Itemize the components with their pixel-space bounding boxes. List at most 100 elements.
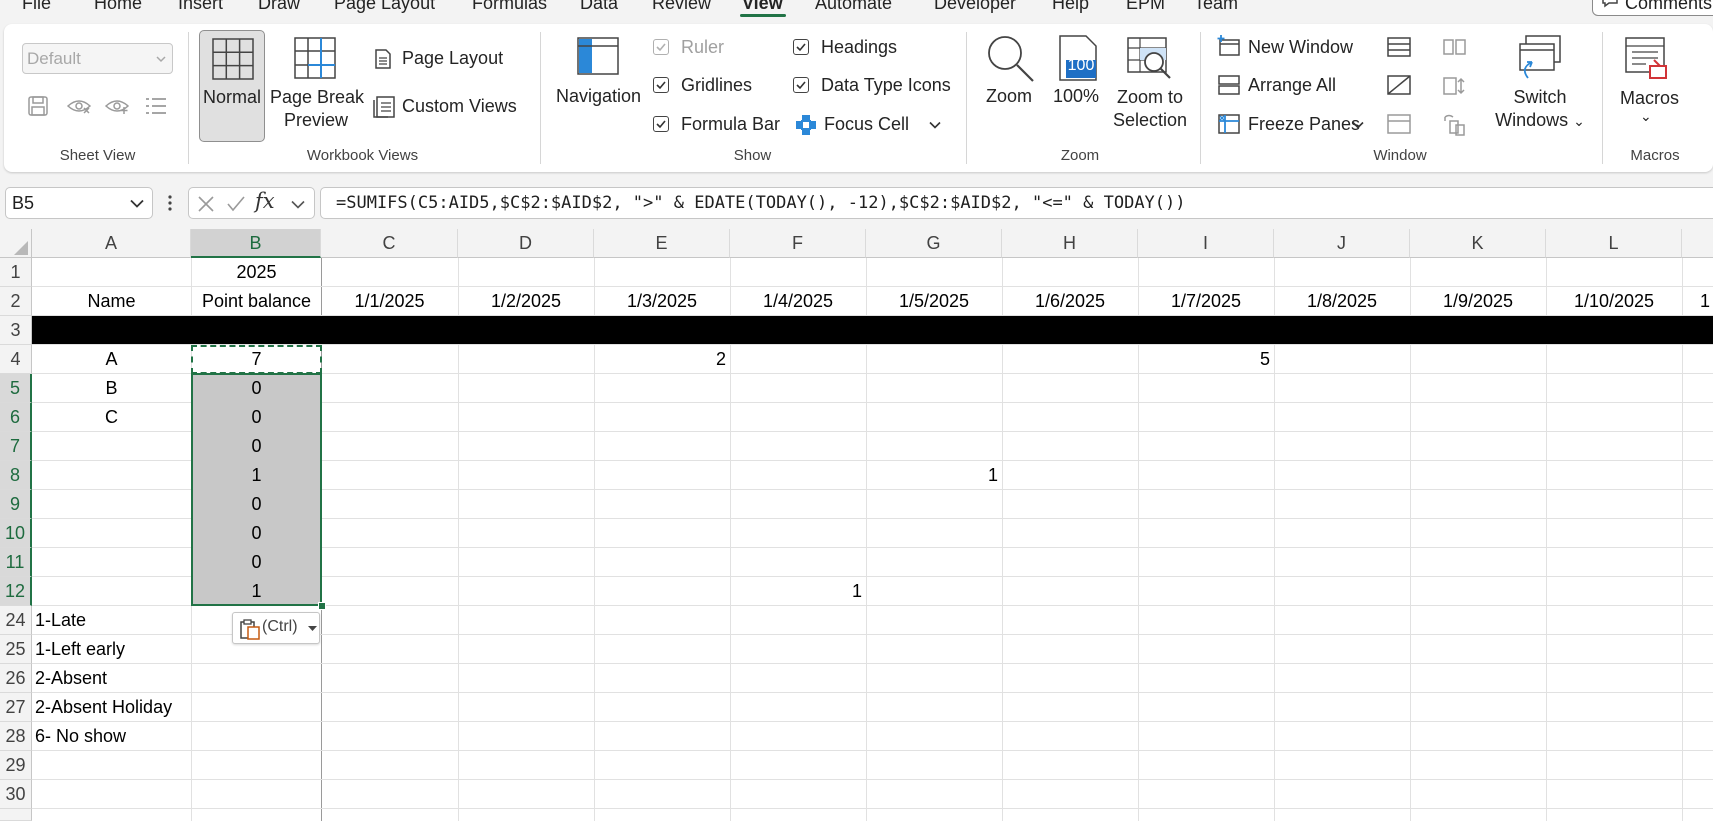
page-break-preview-icon[interactable] <box>293 36 337 80</box>
arrange-all-button[interactable]: Arrange All <box>1248 75 1336 96</box>
cell-b2[interactable]: Point balance <box>191 287 322 316</box>
cell-b11[interactable]: 0 <box>191 548 322 577</box>
tab-developer[interactable]: Developer <box>934 0 1016 14</box>
chevron-down-icon[interactable] <box>929 121 941 129</box>
formula-input[interactable]: =SUMIFS(C5:AID5,$C$2:$AID$2, ">" & EDATE… <box>320 187 1713 219</box>
zoom-icon[interactable] <box>986 34 1036 84</box>
macros-chevron-icon[interactable]: ⌄ <box>1640 108 1652 125</box>
hide-window-icon[interactable] <box>1386 74 1412 96</box>
cell-e4[interactable]: 2 <box>594 345 726 374</box>
tab-insert[interactable]: Insert <box>178 0 223 14</box>
row-header-1[interactable]: 1 <box>0 258 32 287</box>
gridlines-checkbox[interactable] <box>653 77 669 93</box>
cell-g2[interactable]: 1/5/2025 <box>866 287 1002 316</box>
headings-checkbox[interactable] <box>793 39 809 55</box>
row-header-28[interactable]: 28 <box>0 722 32 751</box>
tab-home[interactable]: Home <box>94 0 142 14</box>
save-view-icon[interactable] <box>27 95 49 117</box>
split-icon[interactable] <box>1386 36 1412 58</box>
cell-f12[interactable]: 1 <box>730 577 862 606</box>
row-header-6[interactable]: 6 <box>0 403 32 432</box>
tab-draw[interactable]: Draw <box>258 0 300 14</box>
switch-windows-button[interactable]: Switch Windows ⌄ <box>1492 86 1588 133</box>
row-header-27[interactable]: 27 <box>0 693 32 722</box>
cell-a24[interactable]: 1-Late <box>35 606 191 635</box>
column-header-h[interactable]: H <box>1002 229 1138 258</box>
navigation-button[interactable]: Navigation <box>556 86 641 107</box>
row-header-2[interactable]: 2 <box>0 287 32 316</box>
more-options-icon[interactable] <box>166 193 174 213</box>
row-header-11[interactable]: 11 <box>0 548 32 577</box>
row-header-24[interactable]: 24 <box>0 606 32 635</box>
options-list-icon[interactable] <box>144 96 168 116</box>
focus-cell-label[interactable]: Focus Cell <box>824 114 909 135</box>
row-header-26[interactable]: 26 <box>0 664 32 693</box>
cell-c2[interactable]: 1/1/2025 <box>321 287 458 316</box>
freeze-panes-button[interactable]: Freeze Panes <box>1248 114 1360 135</box>
tab-team[interactable]: Team <box>1194 0 1238 14</box>
cell-a2[interactable]: Name <box>32 287 191 316</box>
insert-function-icon[interactable]: fx <box>255 189 275 213</box>
cell-b9[interactable]: 0 <box>191 490 322 519</box>
cell-b1[interactable]: 2025 <box>191 258 322 287</box>
tab-view[interactable]: View <box>742 0 783 14</box>
row-header-25[interactable]: 25 <box>0 635 32 664</box>
cell-l2[interactable]: 1/10/2025 <box>1546 287 1682 316</box>
synchronous-scrolling-icon[interactable] <box>1442 74 1468 98</box>
cell-b5[interactable]: 0 <box>191 374 322 403</box>
cell-g8[interactable]: 1 <box>866 461 998 490</box>
comments-button[interactable]: Comments <box>1592 0 1713 16</box>
cell-h2[interactable]: 1/6/2025 <box>1002 287 1138 316</box>
cell-b7[interactable]: 0 <box>191 432 322 461</box>
ruler-checkbox[interactable] <box>653 39 669 55</box>
column-header-m[interactable] <box>1682 229 1713 258</box>
row-header-3[interactable]: 3 <box>0 316 32 345</box>
unhide-window-icon[interactable] <box>1386 113 1412 135</box>
tab-review[interactable]: Review <box>652 0 711 14</box>
data-type-icons-checkbox[interactable] <box>793 77 809 93</box>
column-header-j[interactable]: J <box>1274 229 1410 258</box>
exit-view-icon[interactable] <box>66 96 92 116</box>
row-header-10[interactable]: 10 <box>0 519 32 548</box>
cell-i4[interactable]: 5 <box>1138 345 1270 374</box>
tab-formulas[interactable]: Formulas <box>472 0 547 14</box>
cell-a26[interactable]: 2-Absent <box>35 664 191 693</box>
row-header-30[interactable]: 30 <box>0 780 32 809</box>
tab-help[interactable]: Help <box>1052 0 1089 14</box>
reset-window-position-icon[interactable] <box>1442 113 1468 137</box>
formula-bar-checkbox[interactable] <box>653 116 669 132</box>
select-all-corner[interactable] <box>0 229 32 258</box>
cell-f2[interactable]: 1/4/2025 <box>730 287 866 316</box>
macros-button[interactable]: Macros <box>1620 88 1679 109</box>
view-side-by-side-icon[interactable] <box>1442 36 1468 58</box>
cell-b6[interactable]: 0 <box>191 403 322 432</box>
paste-options-button[interactable]: (Ctrl) <box>232 612 320 644</box>
tab-epm[interactable]: EPM <box>1126 0 1165 14</box>
page-break-preview-button[interactable]: Page Break Preview <box>270 86 364 132</box>
custom-views-button[interactable]: Custom Views <box>402 96 517 117</box>
column-header-b[interactable]: B <box>191 229 321 258</box>
cell-b8[interactable]: 1 <box>191 461 322 490</box>
cell-b10[interactable]: 0 <box>191 519 322 548</box>
cell-a6[interactable]: C <box>32 403 191 432</box>
zoom-button[interactable]: Zoom <box>986 86 1032 107</box>
column-header-g[interactable]: G <box>866 229 1002 258</box>
cell-b4[interactable]: 7 <box>191 345 322 374</box>
chevron-down-icon[interactable] <box>130 199 144 208</box>
column-header-e[interactable]: E <box>594 229 730 258</box>
zoom-to-selection-button[interactable]: Zoom to Selection <box>1108 86 1192 132</box>
zoom-to-selection-icon[interactable] <box>1126 36 1172 80</box>
switch-windows-icon[interactable] <box>1516 34 1564 80</box>
focus-cell-icon[interactable] <box>795 114 817 136</box>
tab-page-layout[interactable]: Page Layout <box>334 0 435 14</box>
column-header-a[interactable]: A <box>32 229 191 258</box>
row-header-12[interactable]: 12 <box>0 577 32 606</box>
cell-i2[interactable]: 1/7/2025 <box>1138 287 1274 316</box>
cell-j2[interactable]: 1/8/2025 <box>1274 287 1410 316</box>
cell-a4[interactable]: A <box>32 345 191 374</box>
zoom-100-button[interactable]: 100% <box>1053 86 1099 107</box>
row-header-5[interactable]: 5 <box>0 374 32 403</box>
normal-view-button[interactable]: Normal <box>199 30 265 142</box>
tab-data[interactable]: Data <box>580 0 618 14</box>
column-header-l[interactable]: L <box>1546 229 1682 258</box>
